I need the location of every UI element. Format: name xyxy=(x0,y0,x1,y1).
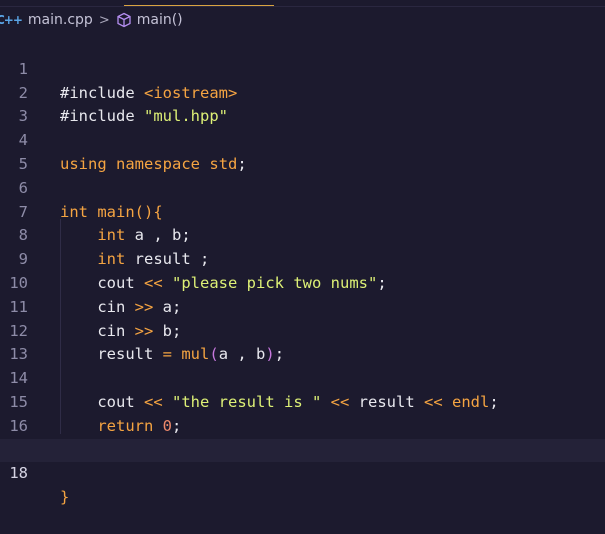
cube-method-icon xyxy=(116,12,132,28)
code-line[interactable]: 17 xyxy=(0,415,605,459)
code-line[interactable]: 7 int a , b; xyxy=(0,177,605,245)
active-tab-indicator xyxy=(124,5,274,6)
code-line[interactable]: 1 #include <iostream> xyxy=(0,34,605,102)
code-line[interactable]: 8 int result ; xyxy=(0,201,605,268)
code-line[interactable]: 16 xyxy=(0,391,605,435)
breadcrumb: C++ main.cpp > main() xyxy=(0,7,605,33)
breadcrumb-separator: > xyxy=(98,12,110,28)
code-line[interactable]: 14 cout << "the result is " << result <<… xyxy=(0,343,605,411)
title-bar-strip xyxy=(0,0,605,7)
breadcrumb-file[interactable]: main.cpp xyxy=(28,12,93,28)
code-line[interactable]: 9 cout << "please pick two nums"; xyxy=(0,224,605,292)
code-line[interactable]: 4 using namespace std; xyxy=(0,105,605,173)
line-number: 18 xyxy=(9,464,28,483)
code-editor[interactable]: 1 #include <iostream> 2 #include "mul.hp… xyxy=(0,34,605,506)
cpp-file-icon: C++ xyxy=(0,13,23,27)
code-line-current[interactable]: 18 } xyxy=(0,438,605,506)
code-line[interactable]: 10 cin >> a; xyxy=(0,248,605,316)
breadcrumb-symbol[interactable]: main() xyxy=(137,12,183,28)
code-line[interactable]: 12 result = mul(a , b); xyxy=(0,296,605,364)
code-line[interactable]: 2 #include "mul.hpp" xyxy=(0,58,605,126)
code-line[interactable]: 15 return 0; xyxy=(0,367,605,435)
line-code: } xyxy=(60,488,70,507)
code-line[interactable]: 13 xyxy=(0,320,605,363)
code-line[interactable]: 6 int main(){ xyxy=(0,153,605,221)
code-line[interactable]: 11 cin >> b; xyxy=(0,272,605,340)
code-line[interactable]: 5 xyxy=(0,129,605,173)
code-line[interactable]: 3 xyxy=(0,82,605,125)
